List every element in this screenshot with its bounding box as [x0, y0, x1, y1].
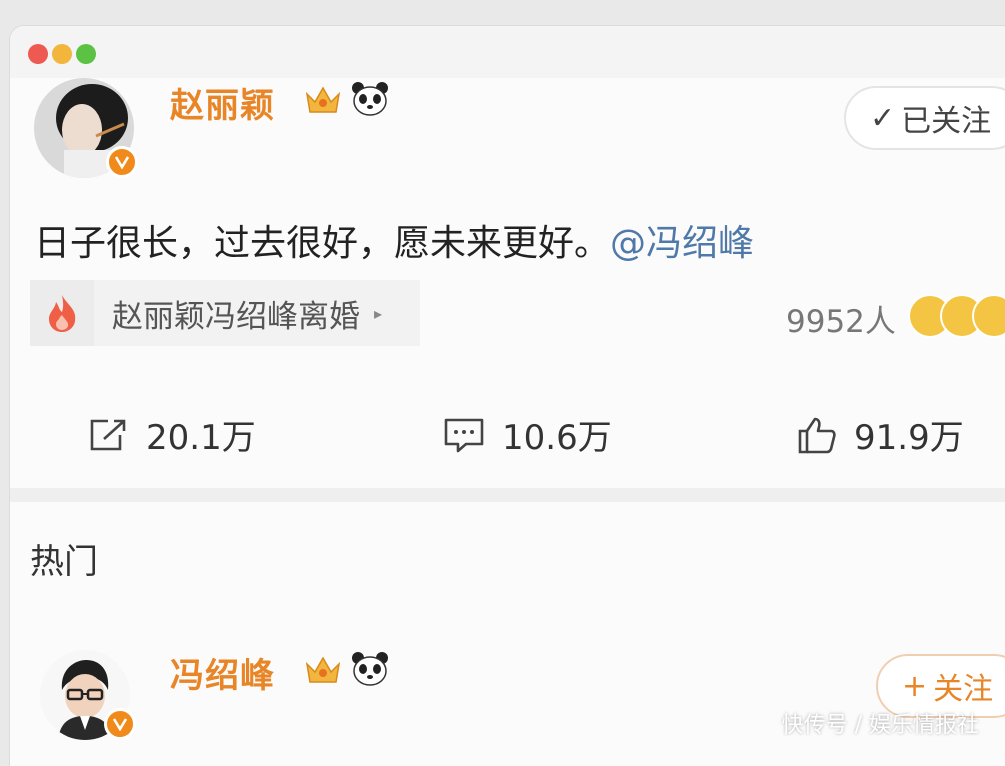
- comment-button[interactable]: 10.6万: [442, 410, 612, 459]
- checkmark-icon: ✓: [870, 100, 896, 136]
- plus-icon: +: [902, 668, 928, 704]
- following-button[interactable]: ✓ 已关注: [844, 86, 1005, 150]
- crown-icon: [305, 86, 341, 113]
- commenter-name[interactable]: 冯绍峰: [170, 648, 275, 697]
- commenter-crown-icon: [305, 656, 341, 683]
- title-bar: [10, 26, 1005, 78]
- commenter-verified-badge-icon: [104, 708, 136, 740]
- follow-label: 关注: [933, 672, 994, 707]
- minimize-window-button[interactable]: [52, 44, 72, 64]
- watermark: 快传号 / 娱乐情报社: [781, 713, 979, 738]
- repost-button[interactable]: 20.1万: [88, 410, 256, 459]
- following-label: 已关注: [901, 104, 992, 139]
- commenter-avatar[interactable]: [40, 650, 136, 740]
- mention-link[interactable]: @冯绍峰: [610, 223, 754, 264]
- repost-icon: [90, 419, 126, 450]
- comment-icon: [444, 418, 484, 452]
- app-window: 赵丽颖 ✓ 已关注 日子很长，过去很好，愿未来更好。@冯绍峰 赵丽颖冯绍峰离婚 …: [10, 26, 1005, 766]
- section-divider: [10, 488, 1005, 502]
- topic-label: 赵丽颖冯绍峰离婚: [112, 298, 360, 335]
- author-avatar[interactable]: [34, 78, 138, 178]
- reaction-count: 9952人: [786, 304, 896, 340]
- hot-section-title: 热门: [30, 542, 98, 582]
- fire-icon: [49, 295, 76, 332]
- like-button[interactable]: 91.9万: [796, 410, 964, 459]
- like-icon: [798, 417, 836, 453]
- panda-icon: [352, 82, 388, 116]
- post-text: 日子很长，过去很好，愿未来更好。: [34, 223, 611, 264]
- like-count: 91.9万: [854, 418, 964, 458]
- topic-arrow-icon: ▸: [374, 303, 383, 323]
- comment-count: 10.6万: [502, 418, 612, 458]
- verified-badge-icon: [106, 146, 138, 178]
- fire-icon-box: [30, 280, 94, 346]
- author-name[interactable]: 赵丽颖: [170, 78, 275, 127]
- post-content: 日子很长，过去很好，愿未来更好。@冯绍峰: [34, 214, 754, 266]
- commenter-panda-icon: [352, 652, 388, 686]
- close-window-button[interactable]: [28, 44, 48, 64]
- maximize-window-button[interactable]: [76, 44, 96, 64]
- repost-count: 20.1万: [146, 418, 256, 458]
- topic-tag[interactable]: 赵丽颖冯绍峰离婚 ▸: [30, 280, 420, 346]
